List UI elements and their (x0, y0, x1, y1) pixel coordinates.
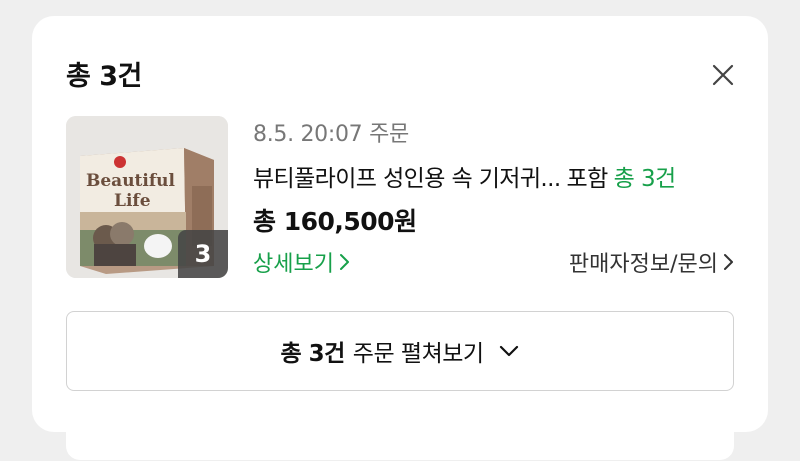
detail-link[interactable]: 상세보기 (253, 246, 352, 278)
expand-orders-button[interactable]: 총 3건 주문 펼쳐보기 (66, 311, 734, 391)
product-brand-text-2: Life (114, 191, 151, 211)
order-summary-card: 총 3건 Beautiful Life 3 8.5. 20:07 주문 뷰티풀라… (32, 16, 768, 432)
order-datetime: 8.5. 20:07 주문 (253, 122, 409, 147)
chevron-right-icon (724, 254, 733, 270)
item-count: 총 3건 (613, 166, 676, 192)
detail-link-label: 상세보기 (253, 252, 334, 277)
page-title: 총 3건 (66, 61, 142, 92)
seller-info-link[interactable]: 판매자정보/문의 (569, 246, 736, 278)
chevron-right-icon (339, 254, 349, 270)
includes-label: 포함 (566, 166, 609, 192)
product-name: 뷰티풀라이프 성인용 속 기저귀... (253, 166, 561, 192)
close-icon[interactable] (706, 58, 740, 92)
expand-button-count: 총 3건 (280, 341, 345, 367)
expand-button-label: 주문 펼쳐보기 (352, 341, 484, 367)
chevron-down-icon (498, 344, 520, 358)
seller-info-label: 판매자정보/문의 (568, 252, 718, 277)
quantity-badge: 3 (178, 230, 228, 278)
product-summary: 뷰티풀라이프 성인용 속 기저귀... 포함 총 3건 (253, 159, 676, 193)
total-price: 총 160,500원 (253, 207, 417, 236)
product-brand-text-1: Beautiful (86, 171, 176, 191)
